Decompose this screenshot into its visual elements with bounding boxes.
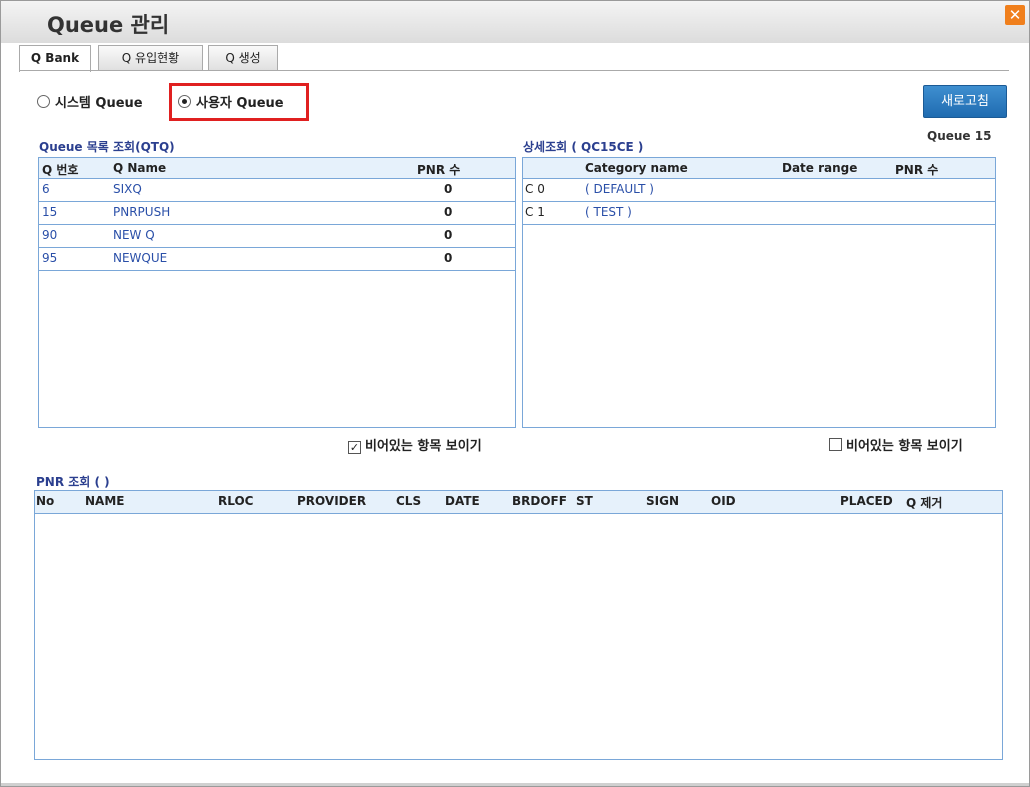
q-number: 15 <box>42 205 58 219</box>
col-st: ST <box>576 494 593 508</box>
q-number: 95 <box>42 251 58 265</box>
show-empty-label: 비어있는 항목 보이기 <box>365 439 482 454</box>
tab-divider <box>19 70 1009 71</box>
table-row[interactable]: C 1 ( TEST ) <box>523 202 995 225</box>
col-oid: OID <box>711 494 736 508</box>
category-name: ( TEST ) <box>585 205 632 219</box>
show-empty-checkbox-left[interactable]: ✓ 비어있는 항목 보이기 <box>348 435 482 454</box>
pnr-count: 0 <box>444 182 453 196</box>
col-category-name: Category name <box>585 161 688 175</box>
radio-system-queue[interactable]: 시스템 Queue <box>37 92 143 111</box>
queue-management-window: Queue 관리 ✕ Q Bank Q 유입현황 Q 생성 시스템 Queue … <box>0 0 1030 787</box>
pnr-count: 0 <box>444 251 453 265</box>
checkbox-unchecked-icon[interactable] <box>829 438 842 451</box>
show-empty-checkbox-right[interactable]: 비어있는 항목 보이기 <box>829 435 963 454</box>
refresh-button[interactable]: 새로고침 <box>923 85 1007 118</box>
col-name: NAME <box>85 494 125 508</box>
pnr-count: 0 <box>444 228 453 242</box>
tab-q-bank[interactable]: Q Bank <box>19 45 91 72</box>
queue-number-label: Queue 15 <box>927 129 992 143</box>
table-row[interactable]: 95 NEWQUE 0 <box>39 248 515 271</box>
table-row[interactable]: 90 NEW Q 0 <box>39 225 515 248</box>
tab-q-inflow[interactable]: Q 유입현황 <box>98 45 203 70</box>
category-code: C 1 <box>525 205 545 219</box>
detail-title: 상세조회 ( QC15CE ) <box>523 140 644 154</box>
category-code: C 0 <box>525 182 545 196</box>
pnr-header: No NAME RLOC PROVIDER CLS DATE BRDOFF ST… <box>35 491 1002 514</box>
q-name: PNRPUSH <box>113 205 171 219</box>
title-bar: Queue 관리 ✕ <box>1 1 1029 43</box>
bottom-edge <box>1 783 1029 786</box>
q-name: SIXQ <box>113 182 142 196</box>
col-date-range: Date range <box>782 161 858 175</box>
queue-list-table: Q 번호 Q Name PNR 수 6 SIXQ 0 15 PNRPUSH 0 … <box>38 157 516 428</box>
tab-q-create[interactable]: Q 생성 <box>208 45 278 70</box>
category-name: ( DEFAULT ) <box>585 182 654 196</box>
col-placed: PLACED <box>840 494 893 508</box>
close-icon[interactable]: ✕ <box>1005 5 1025 25</box>
queue-list-title: Queue 목록 조회(QTQ) <box>39 140 175 154</box>
col-q-remove: Q 제거 <box>906 496 943 510</box>
queue-list-header: Q 번호 Q Name PNR 수 <box>39 158 515 179</box>
q-number: 90 <box>42 228 58 242</box>
radio-system-label: 시스템 Queue <box>55 96 143 111</box>
q-name: NEWQUE <box>113 251 168 265</box>
table-row[interactable]: 6 SIXQ 0 <box>39 179 515 202</box>
col-date: DATE <box>445 494 480 508</box>
col-q-name: Q Name <box>113 161 167 175</box>
col-sign: SIGN <box>646 494 679 508</box>
col-q-number: Q 번호 <box>42 163 79 177</box>
col-no: No <box>36 494 55 508</box>
col-rloc: RLOC <box>218 494 254 508</box>
q-name: NEW Q <box>113 228 155 242</box>
col-brdoff: BRDOFF <box>512 494 567 508</box>
q-number: 6 <box>42 182 50 196</box>
pnr-count: 0 <box>444 205 453 219</box>
col-provider: PROVIDER <box>297 494 367 508</box>
pnr-table: No NAME RLOC PROVIDER CLS DATE BRDOFF ST… <box>34 490 1003 760</box>
col-pnr-count: PNR 수 <box>895 163 939 177</box>
table-row[interactable]: 15 PNRPUSH 0 <box>39 202 515 225</box>
detail-table: Category name Date range PNR 수 C 0 ( DEF… <box>522 157 996 428</box>
window-title: Queue 관리 <box>47 13 170 37</box>
checkbox-checked-icon[interactable]: ✓ <box>348 441 361 454</box>
radio-unchecked-icon[interactable] <box>37 95 50 108</box>
col-cls: CLS <box>396 494 422 508</box>
highlight-box <box>169 83 309 121</box>
col-pnr-count: PNR 수 <box>417 163 461 177</box>
pnr-title: PNR 조회 ( ) <box>36 475 110 489</box>
table-row[interactable]: C 0 ( DEFAULT ) <box>523 179 995 202</box>
detail-header: Category name Date range PNR 수 <box>523 158 995 179</box>
show-empty-label: 비어있는 항목 보이기 <box>846 439 963 454</box>
